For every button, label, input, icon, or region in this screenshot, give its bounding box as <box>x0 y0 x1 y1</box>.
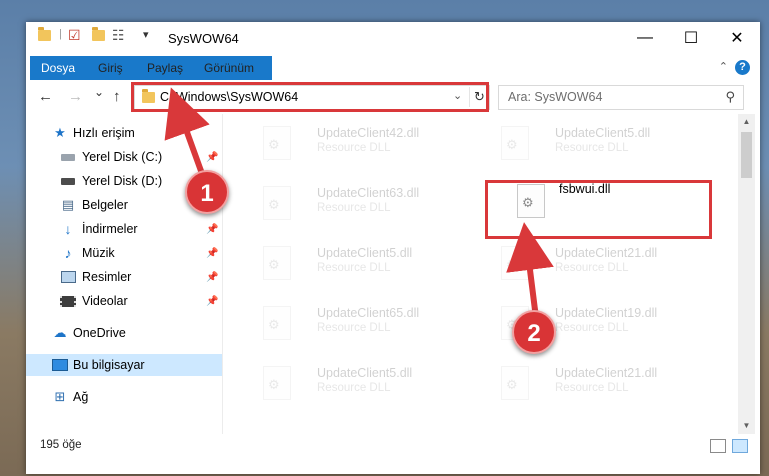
step-badge-1: 1 <box>185 170 229 214</box>
arrow-to-file <box>506 222 554 319</box>
annotation-arrows <box>164 87 554 319</box>
step-badge-2: 2 <box>512 310 556 354</box>
